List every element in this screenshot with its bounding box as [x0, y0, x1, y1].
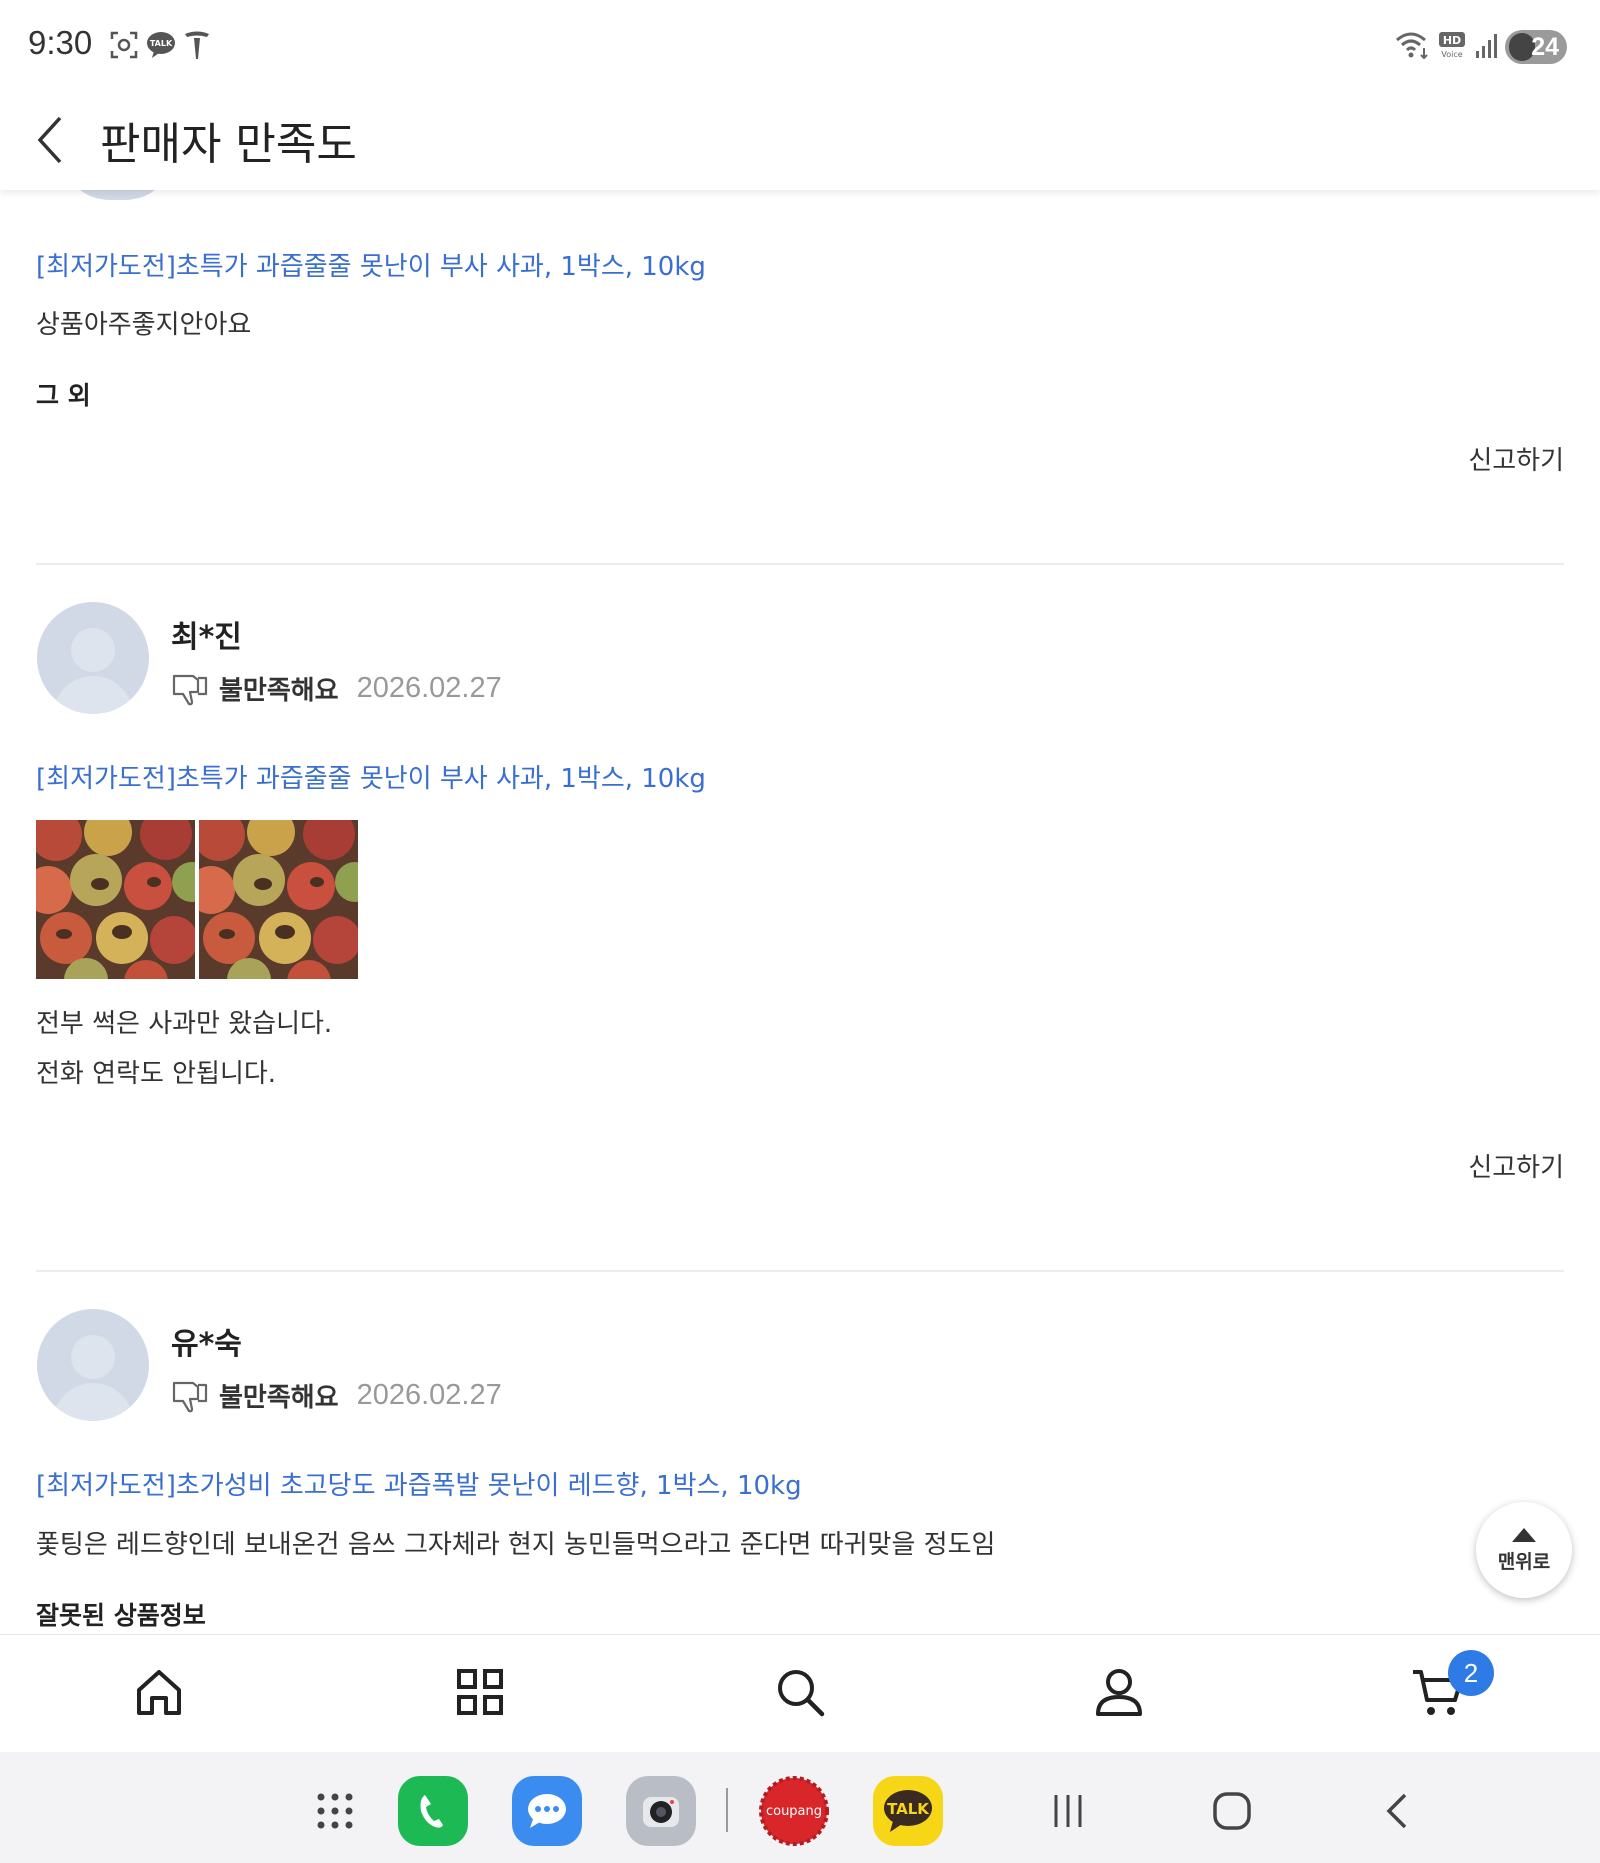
divider [36, 1270, 1564, 1272]
talk-label: TALK [887, 1800, 930, 1818]
scroll-to-top-label: 맨위로 [1497, 1550, 1551, 1573]
screenshot-icon [108, 28, 140, 62]
reviewer-name: 최*진 [171, 620, 242, 655]
coupang-label: coupang [766, 1804, 822, 1819]
svg-text:Voice: Voice [1441, 50, 1462, 59]
battery-level: 24 [1531, 32, 1559, 61]
hd-voice-icon: HD Voice [1437, 28, 1467, 62]
messages-app-icon [528, 1794, 566, 1828]
kakaotalk-app-button[interactable]: TALK [873, 1776, 943, 1846]
nav-home-button[interactable] [127, 1660, 191, 1724]
category-grid-icon [457, 1669, 503, 1715]
reviewer-name: 유*숙 [171, 1327, 242, 1362]
svg-text:HD: HD [1443, 34, 1461, 47]
my-account-icon [1096, 1669, 1142, 1716]
back-button[interactable] [30, 110, 74, 170]
coupang-app-icon: coupang [759, 1776, 829, 1846]
tesla-icon [182, 28, 212, 62]
report-button[interactable]: 신고하기 [1468, 1147, 1564, 1184]
app-drawer-button[interactable] [300, 1776, 370, 1846]
cart-count-badge: 2 [1448, 1650, 1494, 1696]
product-link[interactable]: [최저가도전]초가성비 초고당도 과즙폭발 못난이 레드향, 1박스, 10kg [36, 1465, 802, 1502]
rating-row: 불만족해요 2026.02.27 [171, 1377, 502, 1414]
coupang-app-button[interactable]: coupang [759, 1776, 829, 1846]
kakaotalk-app-icon: TALK [884, 1790, 932, 1832]
home-circle-icon [1213, 1792, 1251, 1830]
recent-apps-icon [1054, 1795, 1082, 1827]
review-text-line: 상품아주좋지안아요 [36, 310, 252, 340]
nav-my-account-button[interactable] [1087, 1660, 1151, 1724]
review-body: 전부 썩은 사과만 왔습니다. 전화 연락도 안됩니다. [36, 999, 332, 1099]
back-icon [1386, 1793, 1407, 1829]
system-back-button[interactable] [1362, 1776, 1432, 1846]
battery-indicator: 24 [1505, 30, 1567, 64]
divider [36, 563, 1564, 565]
report-button[interactable]: 신고하기 [1468, 440, 1564, 477]
page-title: 판매자 만족도 [100, 119, 357, 170]
review-tag: 잘못된 상품정보 [36, 1601, 206, 1630]
svg-text:TALK: TALK [150, 39, 173, 48]
home-icon [137, 1670, 181, 1715]
review-text-line: 전화 연락도 안됩니다. [36, 1059, 277, 1089]
status-time: 9:30 [28, 24, 93, 61]
search-icon [778, 1670, 825, 1717]
review-text-line: 전부 썩은 사과만 왔습니다. [36, 1009, 333, 1039]
avatar [37, 602, 149, 714]
camera-app-icon [643, 1797, 679, 1827]
review-body: 상품아주좋지안아요 [36, 300, 251, 350]
up-triangle-icon [1512, 1527, 1536, 1542]
messages-app-button[interactable] [512, 1776, 582, 1846]
phone-app-icon [420, 1795, 443, 1828]
recent-apps-button[interactable] [1033, 1776, 1103, 1846]
rating-label: 불만족해요 [219, 676, 339, 706]
wifi-icon [1395, 28, 1431, 62]
camera-app-button[interactable] [626, 1776, 696, 1846]
thumbs-down-icon [172, 674, 208, 705]
kakaotalk-notification-icon: TALK [146, 28, 176, 62]
phone-app-button[interactable] [398, 1776, 468, 1846]
rating-row: 불만족해요 2026.02.27 [171, 670, 502, 707]
review-photo[interactable] [36, 820, 195, 979]
rating-label: 불만족해요 [219, 1383, 339, 1413]
avatar [37, 1309, 149, 1421]
signal-icon [1473, 28, 1501, 62]
product-link[interactable]: [최저가도전]초특가 과즙줄줄 못난이 부사 사과, 1박스, 10kg [36, 246, 706, 283]
nav-search-button[interactable] [768, 1660, 832, 1724]
thumbs-down-icon [172, 1381, 208, 1412]
product-link[interactable]: [최저가도전]초특가 과즙줄줄 못난이 부사 사과, 1박스, 10kg [36, 758, 706, 795]
app-drawer-icon [317, 1793, 353, 1829]
scroll-to-top-button[interactable]: 맨위로 [1476, 1502, 1572, 1598]
review-body: 퐃팅은 레드향인데 보내온건 음쓰 그자체라 현지 농민들먹으라고 준다면 따귀… [36, 1520, 995, 1570]
review-date: 2026.02.27 [356, 672, 502, 704]
review-date: 2026.02.27 [356, 1379, 502, 1411]
nav-category-button[interactable] [448, 1660, 512, 1724]
review-tag: 그 외 [36, 381, 91, 410]
home-system-button[interactable] [1197, 1776, 1267, 1846]
review-text-line: 퐃팅은 레드향인데 보내온건 음쓰 그자체라 현지 농민들먹으라고 준다면 따귀… [36, 1530, 996, 1560]
review-photo[interactable] [199, 820, 358, 979]
dock-separator [726, 1788, 728, 1832]
chevron-left-icon [37, 116, 62, 164]
